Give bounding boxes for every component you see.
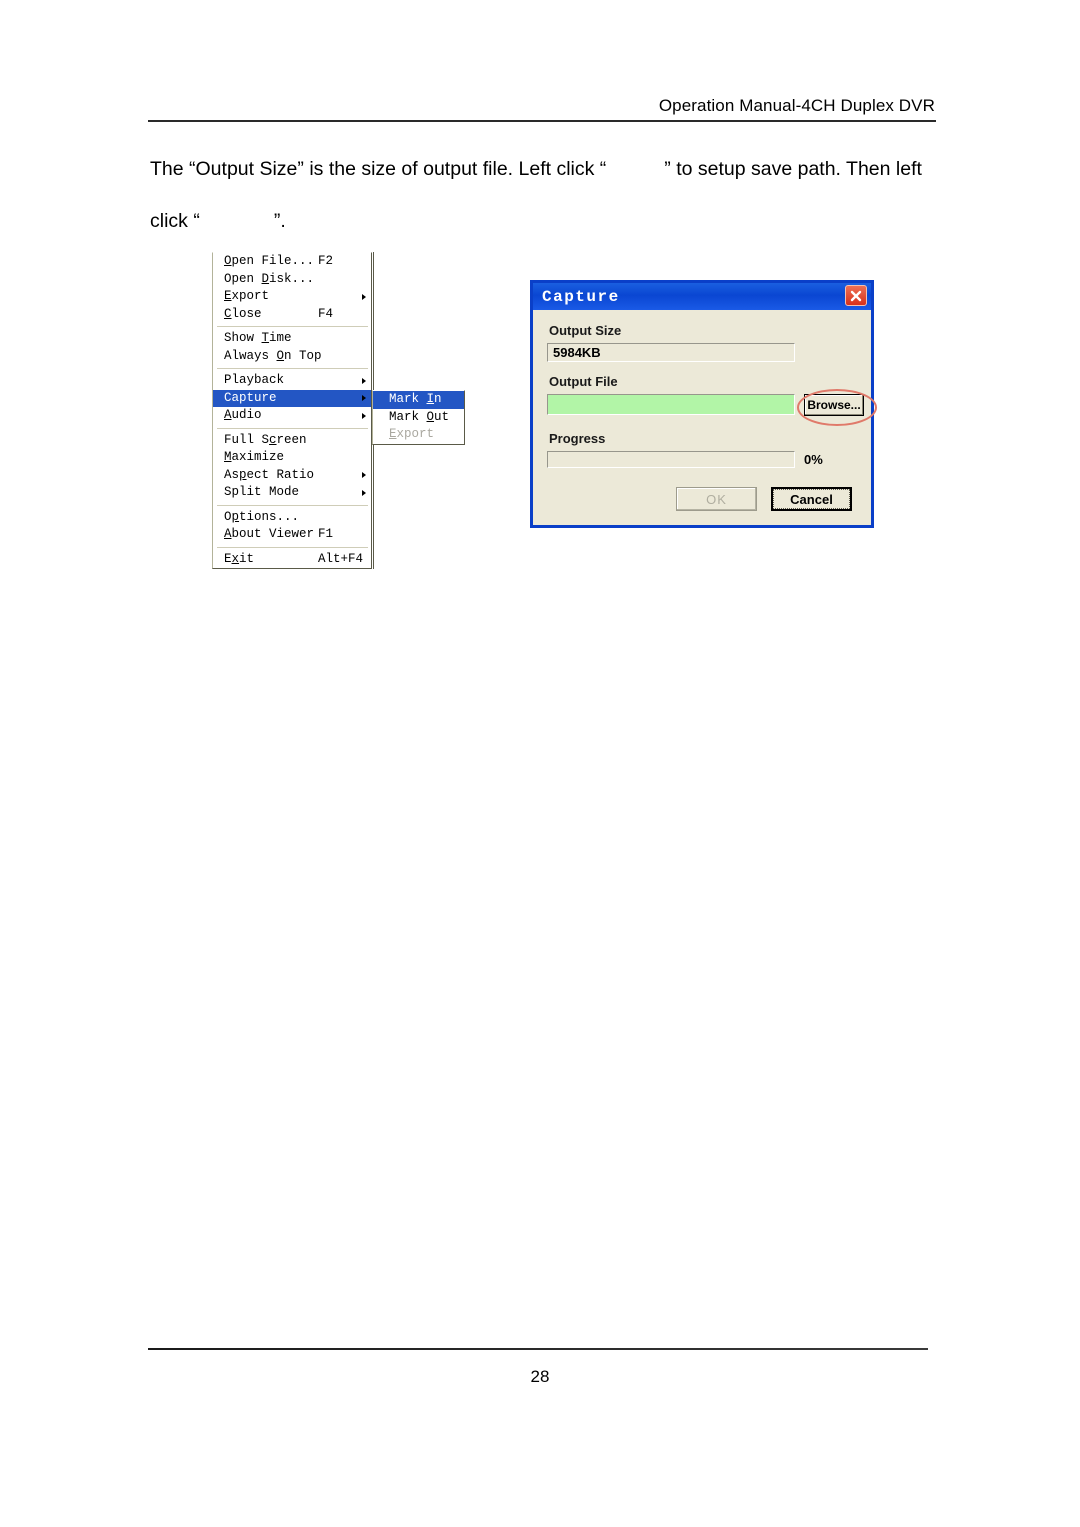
menu-item-full-screen[interactable]: Full Screen (213, 432, 371, 450)
menu-item-always-on-top[interactable]: Always On Top (213, 348, 371, 366)
browse-button[interactable]: Browse... (804, 394, 864, 416)
chevron-right-icon (362, 293, 366, 300)
viewer-context-menu: Open File... F2 Open Disk... Export Close F4 S… (212, 252, 372, 569)
output-file-input[interactable] (547, 394, 795, 415)
menu-item-close[interactable]: Close F4 (213, 306, 371, 324)
instruction-paragraph: The “Output Size” is the size of output … (150, 143, 940, 247)
menu-item-full-screen-label: Full Screen (224, 432, 307, 447)
menu-item-about-viewer-shortcut: F1 (318, 527, 334, 541)
dialog-titlebar[interactable]: Capture (533, 283, 871, 310)
menu-item-about-viewer[interactable]: About Viewer F1 (213, 526, 371, 544)
chevron-right-icon (362, 412, 366, 419)
menu-item-capture[interactable]: Capture (213, 389, 371, 407)
dialog-body: Output Size 5984KB Output File Browse...… (533, 310, 877, 525)
menu-item-show-time-label: Show Time (224, 331, 292, 345)
menu-item-separator (217, 546, 368, 548)
menu-item-exit[interactable]: Exit Alt+F4 (213, 551, 371, 569)
menu-item-separator (217, 368, 368, 369)
header-divider (148, 120, 936, 122)
menu-item-capture-label: Capture (224, 390, 277, 405)
menu-item-playback[interactable]: Playback (213, 372, 371, 390)
menu-item-exit-shortcut: Alt+F4 (318, 551, 364, 566)
capture-submenu: Mark In Mark Out Export (372, 390, 465, 445)
menu-item-aspect-ratio-label: Aspect Ratio (224, 467, 315, 482)
chevron-right-icon (362, 395, 366, 402)
menu-item-maximize-label: Maximize (224, 450, 285, 464)
menu-item-open-file-shortcut: F2 (318, 254, 334, 268)
menu-item-separator (217, 326, 368, 327)
menu-item-audio[interactable]: Audio (213, 407, 371, 425)
menu-item-split-mode-label: Split Mode (224, 485, 300, 499)
ok-button[interactable]: OK (676, 487, 757, 511)
submenu-item-export: Export (373, 426, 464, 444)
menu-item-options-label: Options... (224, 509, 300, 524)
menu-item-export[interactable]: Export (213, 288, 371, 306)
submenu-item-export-label: Export (389, 427, 435, 441)
submenu-item-mark-out-label: Mark Out (389, 409, 450, 424)
menu-item-separator (217, 427, 368, 429)
page-header-title: Operation Manual-4CH Duplex DVR (658, 96, 935, 115)
output-file-label: Output File (549, 374, 618, 389)
menu-item-audio-label: Audio (224, 408, 262, 422)
page-number: 28 (530, 1367, 550, 1386)
cancel-button[interactable]: Cancel (771, 487, 852, 511)
menu-item-exit-label: Exit (224, 551, 255, 566)
submenu-item-mark-in[interactable]: Mark In (373, 391, 464, 409)
output-size-input[interactable]: 5984KB (547, 343, 795, 362)
close-x-icon[interactable] (845, 285, 867, 306)
menu-item-show-time[interactable]: Show Time (213, 330, 371, 348)
submenu-item-mark-in-label: Mark In (389, 392, 442, 406)
chevron-right-icon (362, 472, 366, 479)
menu-item-close-shortcut: F4 (318, 306, 334, 321)
progress-label: Progress (549, 431, 606, 446)
footer-divider (148, 1348, 928, 1350)
output-size-label: Output Size (549, 323, 622, 338)
menu-item-split-mode[interactable]: Split Mode (213, 484, 371, 502)
dialog-title-text: Capture (542, 287, 620, 306)
menu-item-aspect-ratio[interactable]: Aspect Ratio (213, 467, 371, 485)
progress-percent-text: 0% (804, 452, 823, 467)
paragraph-text-part-4: ”. (273, 210, 286, 232)
menu-item-open-disk[interactable]: Open Disk... (213, 271, 371, 289)
menu-item-maximize[interactable]: Maximize (213, 449, 371, 467)
chevron-right-icon (362, 377, 366, 384)
menu-item-open-disk-label: Open Disk... (224, 271, 315, 286)
capture-dialog: Capture Output Size 5984KB Output File B… (530, 280, 877, 528)
menu-item-about-viewer-label: About Viewer (224, 527, 315, 541)
submenu-item-mark-out[interactable]: Mark Out (373, 409, 464, 427)
menu-item-playback-label: Playback (224, 373, 285, 387)
menu-item-close-label: Close (224, 306, 262, 321)
paragraph-text-part-2: ” to setup save path. Then left (664, 158, 922, 180)
menu-item-open-file-label: Open File... (224, 254, 315, 268)
chevron-right-icon (362, 489, 366, 496)
menu-item-options[interactable]: Options... (213, 509, 371, 527)
paragraph-text-part-3: click “ (150, 210, 200, 232)
menu-item-separator (217, 504, 368, 506)
progress-bar (547, 451, 795, 468)
cancel-button-label: Cancel (773, 489, 850, 509)
menu-item-always-on-top-label: Always On Top (224, 348, 322, 363)
menu-item-open-file[interactable]: Open File... F2 (213, 253, 371, 271)
menu-item-export-label: Export (224, 289, 270, 303)
paragraph-text-part-1: The “Output Size” is the size of output … (150, 158, 607, 180)
